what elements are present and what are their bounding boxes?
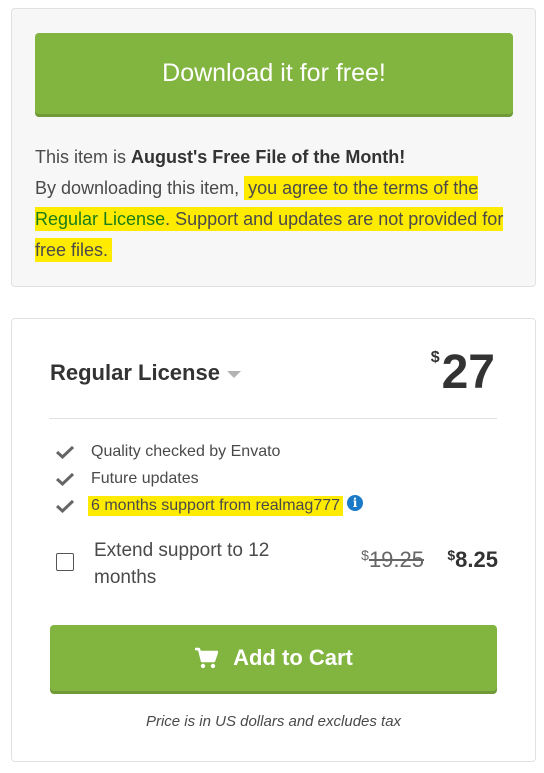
feature-item: Future updates [56,465,363,492]
free-file-highlight: August's Free File of the Month! [131,147,406,167]
add-to-cart-button[interactable]: Add to Cart [50,625,497,691]
extend-old-price: $19.25 [361,547,424,573]
by-downloading-text: By downloading this item, [35,178,245,198]
price-footnote: Price is in US dollars and excludes tax [145,713,402,730]
extend-support-label[interactable]: Extend support to 12 months [94,537,314,591]
check-icon [56,472,74,486]
download-free-button[interactable]: Download it for free! [35,33,513,114]
download-free-label: Download it for free! [162,59,386,87]
check-icon [56,445,74,459]
agree-text: you agree to the terms of the [248,178,479,198]
feature-label: Future updates [91,469,199,487]
divider [49,418,497,419]
license-title: Regular License [50,360,220,385]
regular-license-link[interactable]: Regular License [35,209,165,229]
info-icon[interactable]: i [347,494,364,511]
extend-new-price: $8.25 [447,547,498,573]
add-to-cart-label: Add to Cart [233,645,353,670]
extend-support-checkbox[interactable] [56,553,74,571]
free-file-notice: This item is August's Free File of the M… [35,142,515,266]
feature-list: Quality checked by Envato Future updates… [56,438,364,519]
cart-icon [195,647,219,669]
intro-text: This item is [35,147,132,167]
extend-support-row: Extend support to 12 months $19.25 $8.25 [56,537,498,593]
free-file-card: Download it for free! This item is Augus… [11,8,536,287]
feature-label: Quality checked by Envato [91,442,281,460]
feature-label: 6 months support from realmag777 [88,495,344,516]
feature-item: 6 months support from realmag777 i [56,492,364,519]
old-price-currency: $ [361,547,369,563]
license-price: $27 [431,345,495,400]
check-icon [56,499,74,513]
price-currency: $ [430,349,440,366]
license-selector[interactable]: Regular License [50,360,241,386]
old-price-amount: 19.25 [368,547,424,572]
new-price-amount: 8.25 [455,547,498,572]
caret-down-icon [226,370,241,378]
feature-item: Quality checked by Envato [56,438,363,465]
license-card: Regular License $27 Quality checked by E… [11,318,536,762]
new-price-currency: $ [447,547,456,563]
price-amount: 27 [441,346,495,399]
